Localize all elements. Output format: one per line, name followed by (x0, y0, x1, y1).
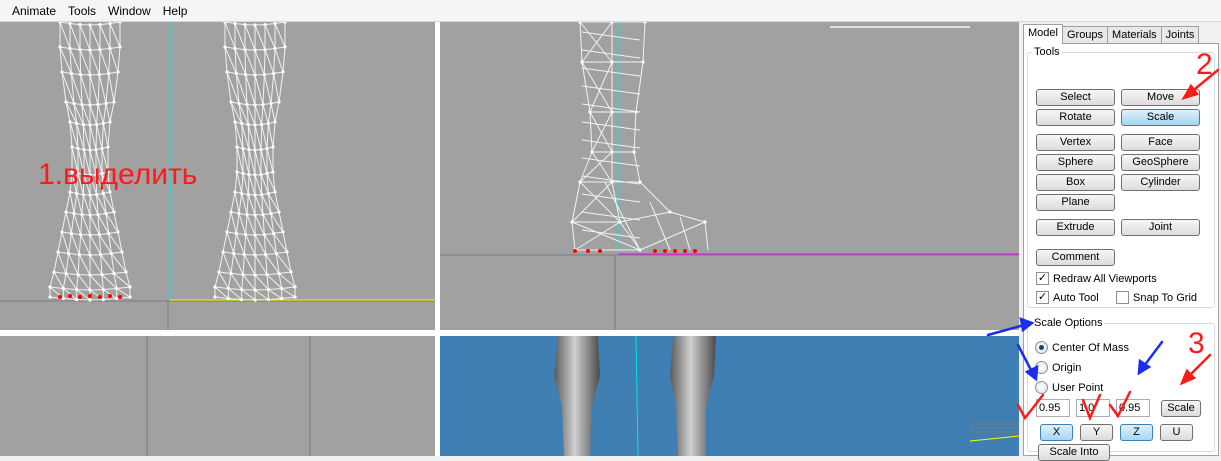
scale-options-legend: Scale Options (1032, 317, 1104, 329)
right-leg-wireframe (213, 22, 296, 302)
face-button[interactable]: Face (1121, 134, 1200, 151)
joint-button[interactable]: Joint (1121, 219, 1200, 236)
geosphere-button[interactable]: GeoSphere (1121, 154, 1200, 171)
rotate-button[interactable]: Rotate (1036, 109, 1115, 126)
snap-to-grid-label: Snap To Grid (1133, 292, 1197, 304)
right-leg-shape (670, 336, 716, 456)
radio-icon (1035, 361, 1048, 374)
scale-z-input[interactable]: 0.95 (1116, 399, 1150, 417)
move-button[interactable]: Move (1121, 89, 1200, 106)
menu-bar: Animate Tools Window Help (0, 0, 1221, 22)
redraw-all-checkbox[interactable]: ✓ Redraw All Viewports (1036, 272, 1157, 285)
left-leg-shape (554, 336, 600, 456)
scale-into-button[interactable]: Scale Into (1038, 444, 1110, 461)
select-button[interactable]: Select (1036, 89, 1115, 106)
viewport-area: 1.выделить (0, 22, 1019, 456)
radio-icon (1035, 381, 1048, 394)
snap-to-grid-checkbox[interactable]: Snap To Grid (1116, 291, 1197, 304)
origin-label: Origin (1052, 362, 1081, 374)
plane-button[interactable]: Plane (1036, 194, 1115, 211)
redraw-all-label: Redraw All Viewports (1053, 273, 1157, 285)
menu-help[interactable]: Help (157, 0, 194, 22)
tab-materials[interactable]: Materials (1107, 26, 1162, 44)
vertex-button[interactable]: Vertex (1036, 134, 1115, 151)
apply-scale-button[interactable]: Scale (1161, 400, 1201, 417)
scale-y-input[interactable]: 1.0 (1076, 399, 1110, 417)
menu-animate[interactable]: Animate (6, 0, 62, 22)
user-point-radio[interactable]: User Point (1035, 381, 1103, 394)
perspective-viewport-canvas (440, 336, 1019, 456)
annotation-step3: 3 (1188, 329, 1205, 359)
user-point-label: User Point (1052, 382, 1103, 394)
empty-checkbox-icon (1116, 291, 1129, 304)
box-button[interactable]: Box (1036, 174, 1115, 191)
axis-z-button[interactable]: Z (1120, 424, 1153, 441)
origin-radio[interactable]: Origin (1035, 361, 1081, 374)
model-tab-page: Tools Select Move Rotate Scale Vertex Fa… (1023, 43, 1219, 456)
annotation-step1: 1.выделить (38, 158, 197, 192)
panel-tabs: Model Groups Materials Joints (1023, 24, 1198, 44)
side-viewport[interactable] (440, 22, 1019, 330)
scale-tool-button[interactable]: Scale (1121, 109, 1200, 126)
annotation-step2: 2 (1196, 50, 1213, 80)
auto-tool-checkbox[interactable]: ✓ Auto Tool (1036, 291, 1099, 304)
scale-x-input[interactable]: 0.95 (1036, 399, 1070, 417)
front-viewport[interactable]: 1.выделить (0, 22, 435, 330)
checkmark-icon: ✓ (1036, 272, 1049, 285)
boot-side-wireframe (570, 22, 708, 252)
axis-x-button[interactable]: X (1040, 424, 1073, 441)
tab-groups[interactable]: Groups (1062, 26, 1108, 44)
comment-button[interactable]: Comment (1036, 249, 1115, 266)
cylinder-button[interactable]: Cylinder (1121, 174, 1200, 191)
center-of-mass-radio[interactable]: Center Of Mass (1035, 341, 1129, 354)
axis-y-button[interactable]: Y (1080, 424, 1113, 441)
top-viewport[interactable] (0, 336, 435, 456)
extrude-button[interactable]: Extrude (1036, 219, 1115, 236)
radio-selected-icon (1035, 341, 1048, 354)
tools-legend: Tools (1032, 46, 1062, 58)
side-viewport-canvas (440, 22, 1019, 330)
tool-panel: Model Groups Materials Joints Tools Sele… (1019, 22, 1221, 456)
checkmark-icon: ✓ (1036, 291, 1049, 304)
center-of-mass-label: Center Of Mass (1052, 342, 1129, 354)
menu-window[interactable]: Window (102, 0, 157, 22)
axis-u-button[interactable]: U (1160, 424, 1193, 441)
perspective-viewport[interactable] (440, 336, 1019, 456)
menu-tools[interactable]: Tools (62, 0, 102, 22)
sphere-button[interactable]: Sphere (1036, 154, 1115, 171)
top-viewport-canvas (0, 336, 435, 456)
tab-joints[interactable]: Joints (1161, 26, 1200, 44)
tab-model[interactable]: Model (1023, 24, 1063, 44)
auto-tool-label: Auto Tool (1053, 292, 1099, 304)
